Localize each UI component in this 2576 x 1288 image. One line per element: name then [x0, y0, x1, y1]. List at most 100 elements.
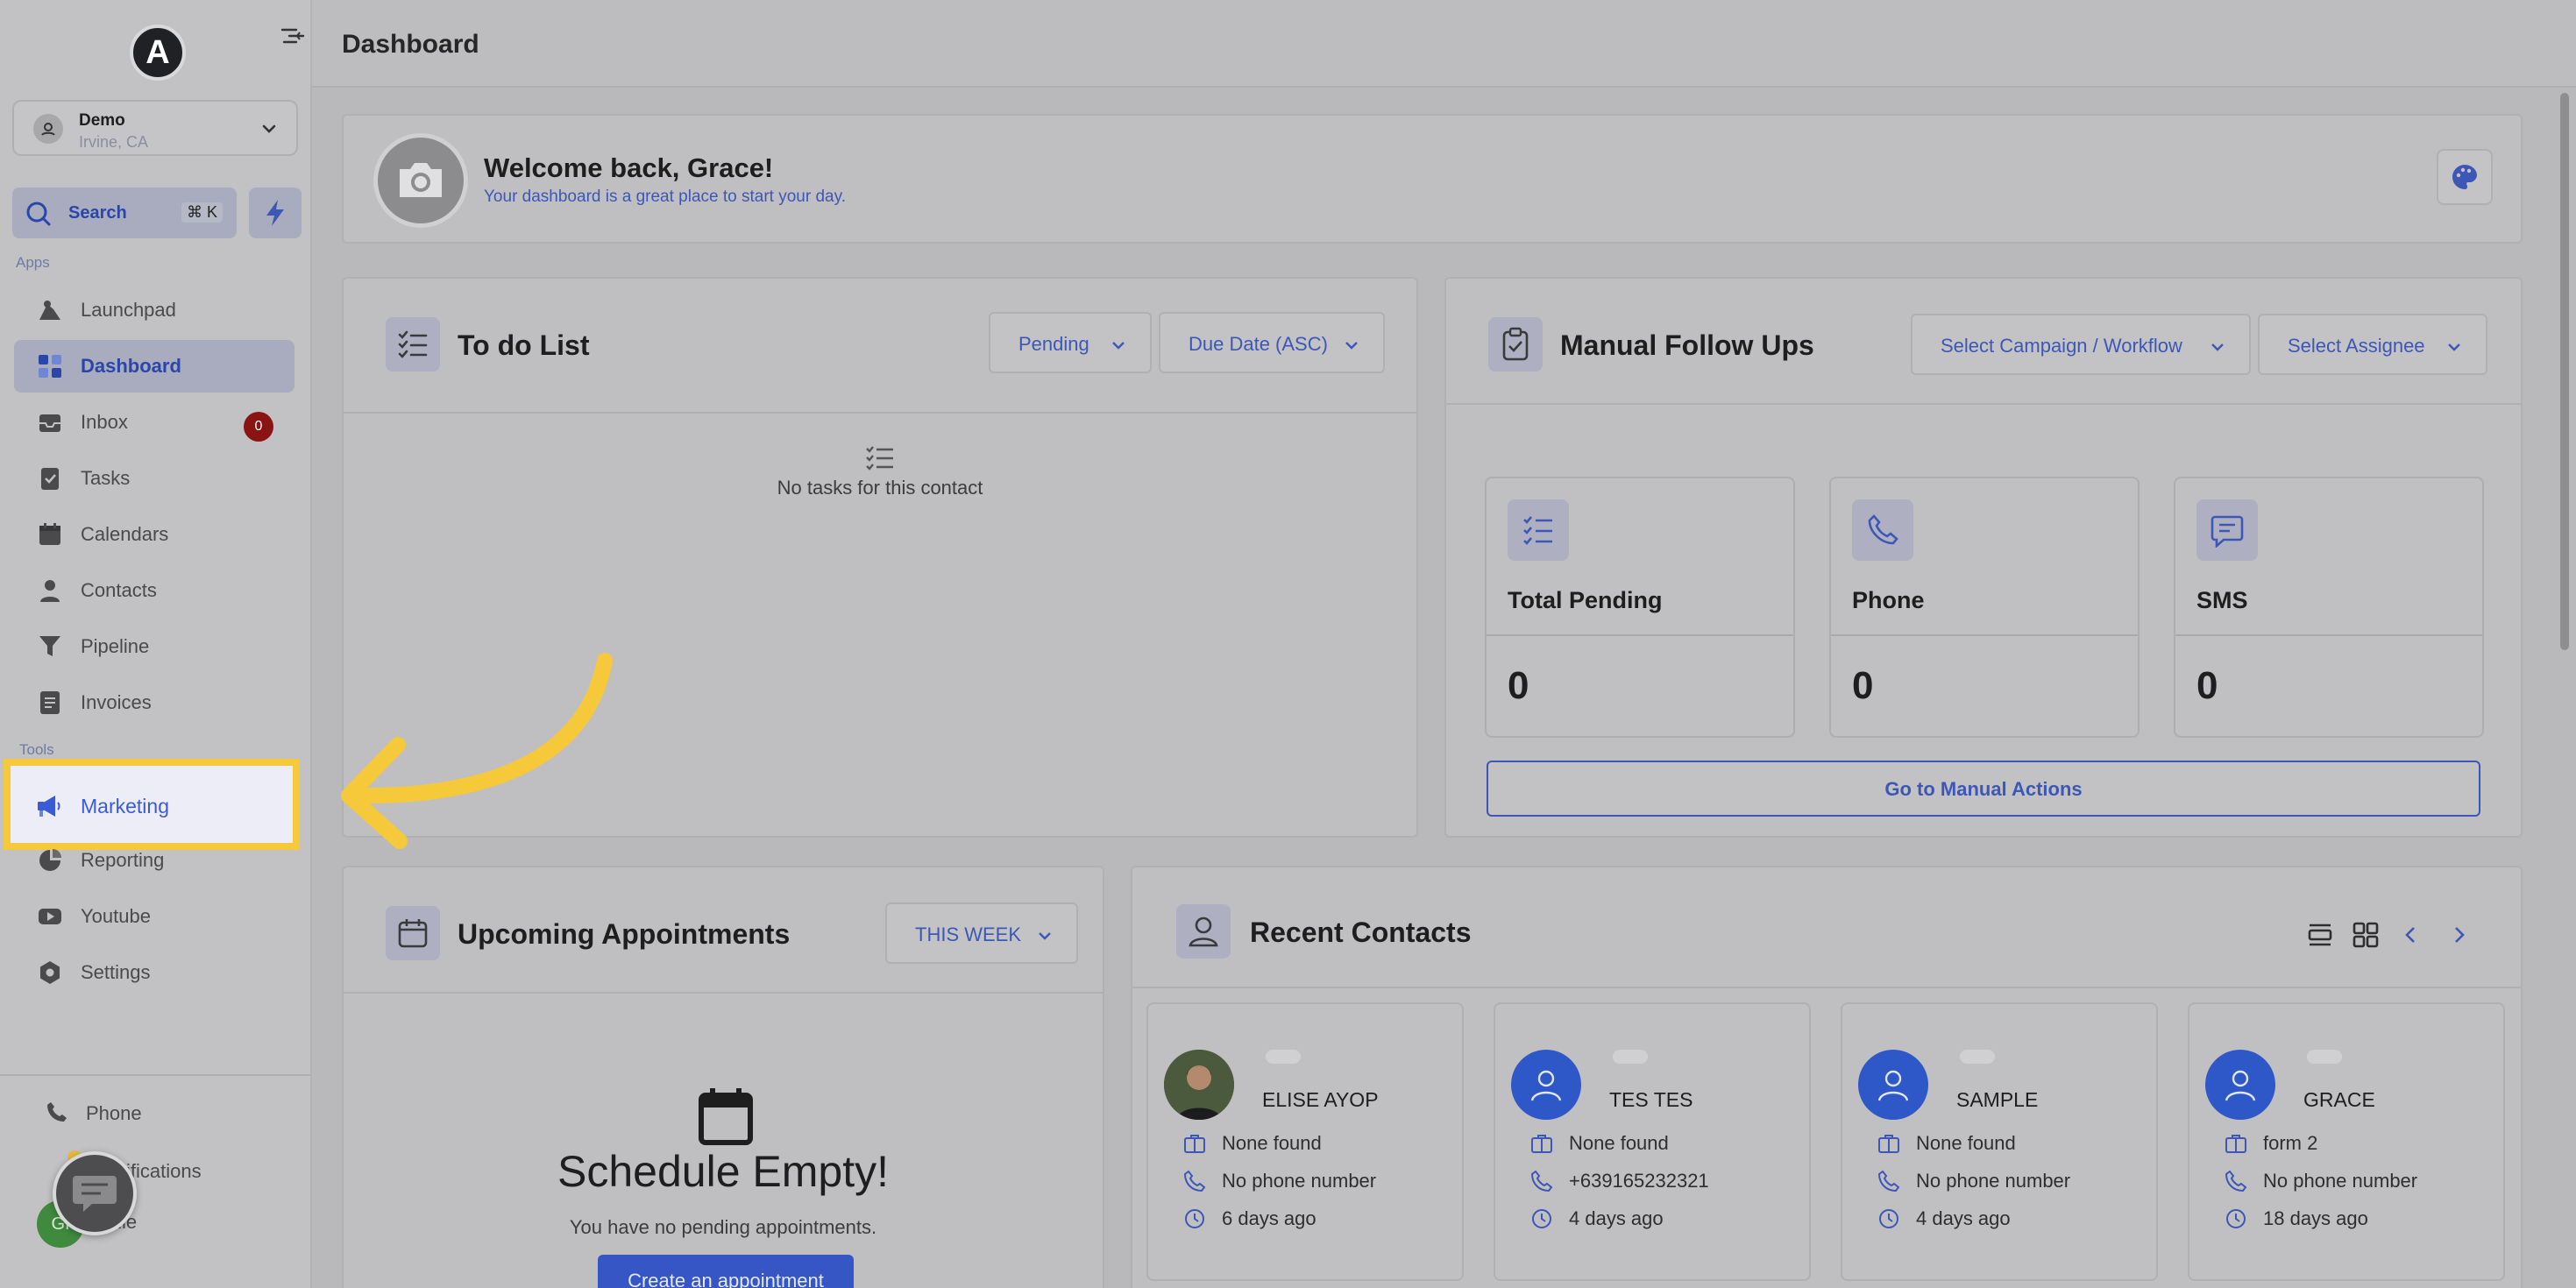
go-to-manual-actions-button[interactable]: Go to Manual Actions [1487, 761, 2480, 817]
collapse-sidebar-icon[interactable] [280, 25, 307, 51]
sidebar-item-label: Pipeline [81, 635, 150, 657]
sidebar-item-inbox[interactable]: Inbox 0 [14, 396, 295, 449]
contact-name: SAMPLE [1956, 1088, 2039, 1111]
grid-view-icon[interactable] [2351, 920, 2381, 950]
dropdown-value: Select Campaign / Workflow [1941, 335, 2182, 357]
phone-icon [1852, 499, 1913, 561]
sidebar-item-tasks[interactable]: Tasks [14, 452, 295, 505]
location-switcher[interactable]: Demo Irvine, CA [12, 100, 298, 156]
contact-card[interactable]: SAMPLE None found No phone number 4 days… [1841, 1002, 2158, 1281]
appointments-range-dropdown[interactable]: THIS WEEK [885, 902, 1078, 964]
sidebar-item-label: ifications [126, 1160, 202, 1182]
sidebar-item-invoices[interactable]: Invoices [14, 676, 295, 729]
chat-widget-button[interactable] [53, 1151, 137, 1235]
phone-icon [2225, 1170, 2247, 1192]
invoice-icon [40, 691, 60, 714]
pipeline-icon [39, 636, 60, 656]
contact-card[interactable]: ELISE AYOP None found No phone number 6 … [1146, 1002, 1464, 1281]
lightning-icon [266, 200, 284, 226]
sidebar-item-launchpad[interactable]: Launchpad [14, 284, 295, 336]
campaign-workflow-dropdown[interactable]: Select Campaign / Workflow [1911, 314, 2251, 375]
stat-divider [1831, 634, 2138, 636]
contact-avatar-icon [1858, 1050, 1928, 1120]
chevron-down-icon [259, 119, 279, 138]
dropdown-value: Select Assignee [2288, 335, 2425, 357]
contact-card[interactable]: GRACE form 2 No phone number 18 days ago [2188, 1002, 2505, 1281]
logo-letter: A [145, 33, 170, 71]
inbox-icon [39, 414, 60, 432]
contact-name: ELISE AYOP [1262, 1088, 1379, 1111]
contact-tag [1266, 1050, 1301, 1064]
chevron-right-icon[interactable] [2444, 920, 2473, 950]
stat-value: 0 [1852, 664, 1874, 707]
location-icon [33, 114, 63, 144]
stat-sms[interactable]: SMS 0 [2174, 477, 2484, 738]
dropdown-value: Pending [1018, 333, 1089, 355]
sidebar-item-contacts[interactable]: Contacts [14, 564, 295, 617]
search-button[interactable]: Search ⌘ K [12, 188, 237, 238]
briefcase-icon [1184, 1135, 1205, 1153]
contact-company-row: form 2 [2225, 1130, 2505, 1157]
sidebar-item-label: Calendars [81, 523, 169, 545]
stat-label: Total Pending [1508, 587, 1663, 613]
sidebar-item-settings[interactable]: Settings [14, 946, 295, 999]
search-label: Search [68, 203, 127, 223]
card-divider [1446, 403, 2521, 405]
assignee-dropdown[interactable]: Select Assignee [2258, 314, 2487, 375]
sidebar-item-dashboard[interactable]: Dashboard [14, 340, 295, 393]
phone-icon [1183, 1170, 1206, 1192]
contact-card[interactable]: TES TES None found +639165232321 4 days … [1494, 1002, 1811, 1281]
sidebar-item-label: Marketing [81, 795, 169, 817]
welcome-title: Welcome back, Grace! [484, 152, 774, 183]
app-logo[interactable]: A [130, 25, 186, 81]
clock-icon [1185, 1209, 1204, 1228]
sidebar-item-reporting[interactable]: Reporting [14, 834, 295, 887]
contact-phone-row: No phone number [2225, 1168, 2505, 1194]
customize-theme-button[interactable] [2437, 149, 2493, 205]
todo-status-dropdown[interactable]: Pending [989, 312, 1152, 373]
todo-list-icon [386, 317, 440, 372]
chevron-down-icon [1039, 932, 1051, 940]
stat-total-pending[interactable]: Total Pending 0 [1485, 477, 1795, 738]
stat-label: Phone [1852, 587, 1925, 613]
list-view-icon[interactable] [2305, 920, 2335, 950]
contact-company: form 2 [2263, 1132, 2318, 1154]
apps-section-label: Apps [16, 254, 50, 271]
appointments-card: Upcoming Appointments THIS WEEK Schedule… [342, 866, 1104, 1288]
sidebar-item-youtube[interactable]: Youtube [14, 890, 295, 943]
contact-phone: No phone number [2263, 1170, 2418, 1192]
stat-divider [1487, 634, 1793, 636]
scrollbar-thumb[interactable] [2560, 93, 2569, 650]
contact-company-row: None found [1877, 1130, 2158, 1157]
contact-company: None found [1569, 1132, 1669, 1154]
contact-person-icon [1176, 904, 1231, 959]
contact-last-seen-row: 18 days ago [2225, 1206, 2505, 1232]
clock-icon [2226, 1209, 2246, 1228]
chevron-left-icon[interactable] [2396, 920, 2426, 950]
location-address: Irvine, CA [79, 133, 149, 151]
manual-followups-card: Manual Follow Ups Select Campaign / Work… [1444, 277, 2523, 838]
sidebar-item-calendars[interactable]: Calendars [14, 508, 295, 561]
contact-last-seen-row: 4 days ago [1877, 1206, 2158, 1232]
stat-phone[interactable]: Phone 0 [1829, 477, 2140, 738]
sidebar-item-label: Phone [86, 1102, 142, 1124]
page-scrollbar[interactable] [2558, 88, 2572, 1288]
quick-actions-button[interactable] [249, 188, 302, 238]
search-icon [25, 200, 53, 228]
create-appointment-button[interactable]: Create an appointment [598, 1255, 854, 1288]
stat-value: 0 [1508, 664, 1529, 707]
profile-photo-upload[interactable] [373, 133, 468, 228]
button-label: Go to Manual Actions [1884, 778, 2083, 800]
camera-icon [400, 163, 442, 197]
briefcase-icon [1531, 1135, 1552, 1153]
briefcase-icon [1878, 1135, 1899, 1153]
sidebar-item-pipeline[interactable]: Pipeline [14, 620, 295, 673]
contact-tag [1960, 1050, 1995, 1064]
card-divider [1132, 987, 2521, 988]
contact-name: GRACE [2303, 1088, 2375, 1111]
todo-sort-dropdown[interactable]: Due Date (ASC) [1159, 312, 1385, 373]
contact-avatar-icon [2205, 1050, 2275, 1120]
empty-tasks-icon [866, 446, 893, 471]
contact-phone: No phone number [1916, 1170, 2071, 1192]
button-label: Create an appointment [628, 1270, 824, 1288]
